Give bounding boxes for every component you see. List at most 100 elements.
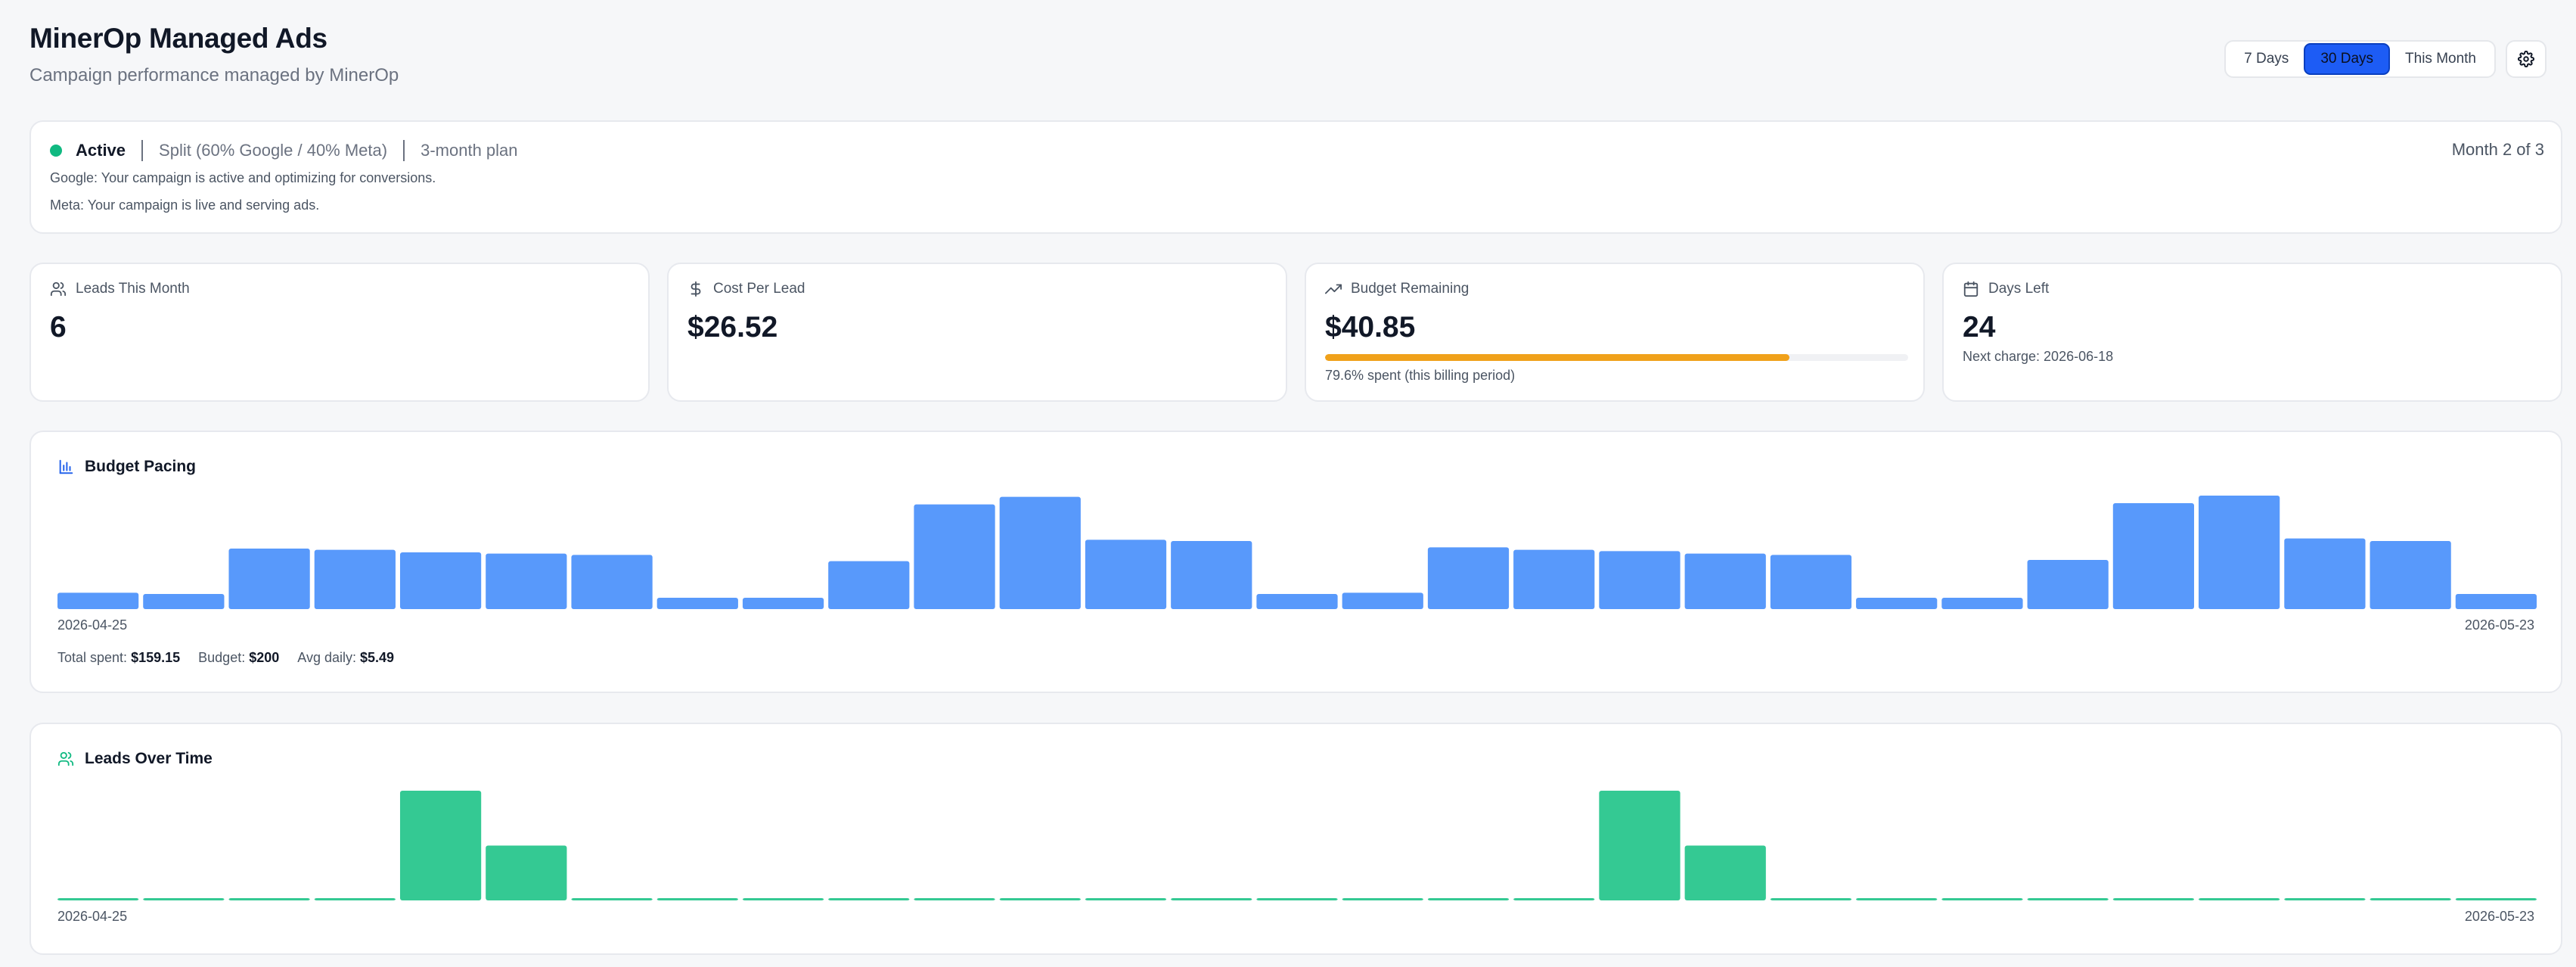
- budget-pacing-bar[interactable]: [314, 549, 396, 609]
- google-status-message: Google: Your campaign is active and opti…: [50, 170, 436, 185]
- leads-over-time-bar[interactable]: [143, 898, 225, 900]
- leads-over-time-bar[interactable]: [486, 845, 567, 901]
- budget-pacing-bar[interactable]: [914, 504, 995, 609]
- budget-pacing-bar[interactable]: [2455, 594, 2537, 609]
- leads-x-end-label: 2026-05-23: [2464, 909, 2534, 924]
- leads-over-time-bar[interactable]: [1856, 898, 1938, 900]
- budget-pacing-bar[interactable]: [1770, 555, 1852, 609]
- leads-over-time-bar[interactable]: [2284, 898, 2366, 900]
- budget-pacing-bar[interactable]: [399, 552, 482, 609]
- budget-progress-fill: [1325, 354, 1789, 361]
- budget-pacing-bar[interactable]: [228, 549, 310, 609]
- meta-status-message: Meta: Your campaign is live and serving …: [50, 197, 320, 213]
- leads-x-start-label: 2026-04-25: [57, 909, 128, 924]
- leads-over-time-bar[interactable]: [1599, 791, 1681, 900]
- budget-pacing-bar[interactable]: [2112, 503, 2195, 609]
- leads-over-time-title: Leads Over Time: [85, 750, 213, 767]
- leads-over-time-bar[interactable]: [2455, 898, 2537, 900]
- dollar-icon: [691, 281, 701, 297]
- leads-over-time-bar[interactable]: [1513, 898, 1595, 900]
- budget-spent-note: 79.6% spent (this billing period): [1325, 368, 1516, 383]
- kpi-value-leads: 6: [50, 311, 67, 344]
- leads-over-time-bar[interactable]: [828, 898, 910, 900]
- budget-totals-row: Total spent: $159.15 Budget: $200 Avg da…: [57, 650, 394, 666]
- users-icon: [57, 751, 74, 766]
- budget-pacing-bar[interactable]: [57, 592, 139, 609]
- campaign-status-card: Active Split (60% Google / 40% Meta) 3-m…: [29, 120, 2562, 234]
- budget-pacing-bar[interactable]: [2027, 560, 2109, 609]
- date-range-selector: 7 Days 30 Days This Month: [2224, 40, 2496, 78]
- plan-month-progress: Month 2 of 3: [2451, 140, 2544, 159]
- settings-button[interactable]: [2506, 40, 2547, 78]
- budget-pacing-bar[interactable]: [1684, 553, 1766, 609]
- kpi-card-cost-per-lead: Cost Per Lead $26.52: [667, 263, 1287, 402]
- leads-over-time-bar[interactable]: [1427, 898, 1510, 900]
- kpi-card-budget-remaining: Budget Remaining $40.85 79.6% spent (thi…: [1305, 263, 1925, 402]
- budget-pacing-bar[interactable]: [1513, 549, 1595, 609]
- leads-over-time-bar[interactable]: [228, 898, 310, 900]
- divider: [403, 140, 405, 161]
- leads-over-time-bar[interactable]: [2370, 898, 2451, 900]
- range-30-days-button[interactable]: 30 Days: [2304, 43, 2391, 75]
- leads-over-time-bar[interactable]: [914, 898, 995, 900]
- calendar-icon: [1963, 281, 1979, 297]
- budget-pacing-bar[interactable]: [571, 555, 653, 609]
- range-this-month-button[interactable]: This Month: [2390, 43, 2491, 75]
- budget-x-end-label: 2026-05-23: [2464, 617, 2534, 633]
- budget-x-start-label: 2026-04-25: [57, 617, 128, 633]
- kpi-label: Budget Remaining: [1351, 281, 1470, 297]
- budget-pacing-bar[interactable]: [1427, 547, 1510, 609]
- kpi-value-days-left: 24: [1963, 311, 1996, 344]
- budget-pacing-bar[interactable]: [1085, 539, 1167, 609]
- budget-pacing-bar[interactable]: [1256, 594, 1338, 609]
- budget-pacing-bar[interactable]: [656, 598, 738, 609]
- leads-over-time-bar[interactable]: [314, 898, 396, 900]
- budget-pacing-bar[interactable]: [1856, 598, 1938, 609]
- budget-pacing-bar[interactable]: [2370, 541, 2451, 609]
- leads-over-time-bar[interactable]: [742, 898, 824, 900]
- budget-pacing-bar[interactable]: [742, 598, 824, 609]
- leads-over-time-bar[interactable]: [1085, 898, 1167, 900]
- budget-pacing-bar[interactable]: [143, 594, 225, 609]
- leads-over-time-bar[interactable]: [999, 898, 1081, 900]
- gear-icon: [2518, 51, 2534, 67]
- budget-pacing-bar[interactable]: [1599, 551, 1681, 609]
- leads-over-time-bar[interactable]: [2199, 898, 2280, 900]
- range-7-days-button[interactable]: 7 Days: [2229, 43, 2304, 75]
- status-active-label: Active: [76, 141, 126, 160]
- kpi-label-row: Cost Per Lead: [687, 281, 805, 297]
- kpi-card-leads: Leads This Month 6: [29, 263, 650, 402]
- page-header: MinerOp Managed Ads Campaign performance…: [29, 23, 399, 86]
- budget-pacing-bar[interactable]: [486, 553, 567, 609]
- leads-over-time-card: Leads Over Time 2026-04-25 2026-05-23: [29, 723, 2562, 955]
- leads-over-time-title-row: Leads Over Time: [57, 750, 213, 768]
- leads-over-time-bar[interactable]: [2027, 898, 2109, 900]
- leads-over-time-bar[interactable]: [57, 898, 139, 900]
- leads-over-time-bar[interactable]: [1342, 898, 1423, 900]
- leads-over-time-bar[interactable]: [1941, 898, 2023, 900]
- bar-chart-icon: [59, 459, 73, 474]
- leads-over-time-bar[interactable]: [1684, 845, 1766, 901]
- kpi-card-days-left: Days Left 24 Next charge: 2026-06-18: [1942, 263, 2562, 402]
- leads-over-time-bar[interactable]: [1171, 898, 1252, 900]
- budget-pacing-bar[interactable]: [828, 561, 910, 609]
- leads-over-time-bar[interactable]: [399, 791, 482, 900]
- budget-pacing-bar[interactable]: [1342, 592, 1423, 609]
- leads-over-time-bar[interactable]: [1770, 898, 1852, 900]
- budget-pacing-bar[interactable]: [2284, 538, 2366, 609]
- leads-over-time-bar[interactable]: [656, 898, 738, 900]
- plan-label: 3-month plan: [421, 141, 518, 160]
- budget-pacing-title-row: Budget Pacing: [57, 458, 196, 476]
- leads-over-time-bar[interactable]: [2112, 898, 2195, 900]
- budget-progress-track: [1325, 354, 1908, 361]
- total-budget: Budget: $200: [198, 650, 280, 665]
- budget-pacing-bar[interactable]: [1171, 541, 1252, 609]
- leads-over-time-bar[interactable]: [571, 898, 653, 900]
- leads-over-time-bar[interactable]: [1256, 898, 1338, 900]
- budget-pacing-title: Budget Pacing: [85, 458, 197, 475]
- status-line: Active Split (60% Google / 40% Meta) 3-m…: [50, 140, 518, 161]
- budget-pacing-bar[interactable]: [1941, 598, 2023, 609]
- kpi-value-budget-remaining: $40.85: [1325, 311, 1416, 344]
- budget-pacing-bar[interactable]: [2199, 496, 2280, 609]
- budget-pacing-bar[interactable]: [999, 496, 1081, 609]
